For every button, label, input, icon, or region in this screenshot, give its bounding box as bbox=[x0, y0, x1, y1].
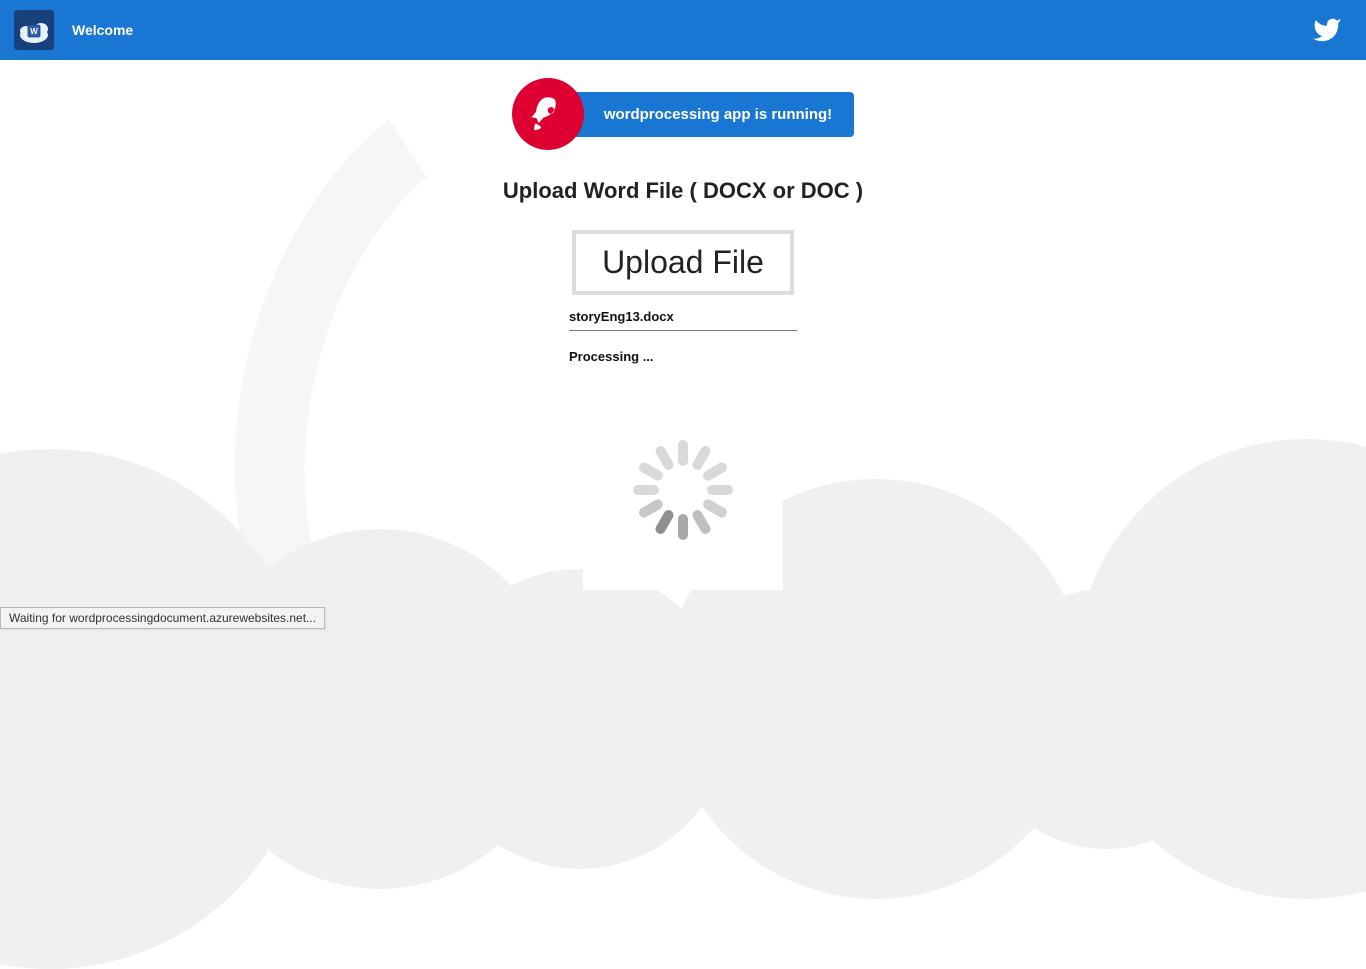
status-banner: wordprocessing app is running! bbox=[566, 92, 854, 137]
logo-icon: W bbox=[17, 15, 51, 45]
topbar-left: W Welcome bbox=[14, 10, 133, 50]
main-content: wordprocessing app is running! Upload Wo… bbox=[0, 60, 1366, 590]
twitter-icon[interactable] bbox=[1312, 15, 1342, 45]
welcome-text: Welcome bbox=[72, 22, 133, 38]
upload-file-button[interactable]: Upload File bbox=[572, 230, 794, 295]
browser-status-bar: Waiting for wordprocessingdocument.azure… bbox=[0, 607, 325, 629]
topbar: W Welcome bbox=[0, 0, 1366, 60]
uploaded-filename: storyEng13.docx bbox=[569, 295, 797, 331]
svg-text:W: W bbox=[30, 27, 38, 36]
app-logo[interactable]: W bbox=[14, 10, 54, 50]
page-heading: Upload Word File ( DOCX or DOC ) bbox=[503, 178, 863, 204]
rocket-icon bbox=[528, 94, 568, 134]
rocket-badge bbox=[512, 78, 584, 150]
loading-spinner-icon bbox=[633, 440, 733, 540]
processing-text: Processing ... bbox=[569, 331, 797, 368]
banner-row: wordprocessing app is running! bbox=[512, 78, 854, 150]
spinner-container bbox=[583, 390, 783, 590]
